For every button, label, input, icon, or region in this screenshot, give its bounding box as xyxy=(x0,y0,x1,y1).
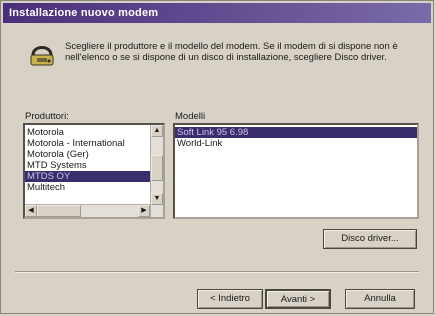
manufacturers-label: Produttori: xyxy=(25,111,69,122)
manufacturer-item[interactable]: Motorola xyxy=(25,127,163,138)
scroll-left-arrow-icon[interactable]: ◀ xyxy=(25,205,37,217)
manufacturer-item[interactable]: MTD Systems xyxy=(25,160,163,171)
manufacturers-items: Motorola Motorola - International Motorola… xyxy=(25,125,163,193)
cancel-button[interactable]: Annulla xyxy=(345,289,415,309)
manufacturer-item[interactable]: Motorola - International xyxy=(25,138,163,149)
install-modem-dialog: Installazione nuovo modem Scegliere il p… xyxy=(0,0,434,314)
next-button[interactable]: Avanti > xyxy=(265,289,331,309)
model-item[interactable]: World-Link xyxy=(175,138,417,149)
model-item[interactable]: Soft Link 95 6.98 xyxy=(175,127,417,138)
hscroll-thumb[interactable] xyxy=(37,205,81,217)
models-listbox[interactable]: Soft Link 95 6.98 World-Link xyxy=(173,123,419,219)
manufacturers-listbox[interactable]: Motorola Motorola - International Motorola… xyxy=(23,123,165,219)
scroll-down-arrow-icon[interactable]: ▼ xyxy=(151,193,163,205)
separator xyxy=(15,271,419,273)
back-button[interactable]: < Indietro xyxy=(197,289,263,309)
manufacturer-item[interactable]: MTDS OY xyxy=(25,171,163,182)
scroll-right-arrow-icon[interactable]: ▶ xyxy=(138,205,150,217)
scroll-thumb[interactable] xyxy=(151,155,163,181)
manufacturers-vscrollbar[interactable]: ▲ ▼ xyxy=(150,125,163,217)
scroll-up-arrow-icon[interactable]: ▲ xyxy=(151,125,163,137)
modem-phone-icon xyxy=(30,46,54,66)
dialog-title: Installazione nuovo modem xyxy=(3,3,431,23)
manufacturers-hscrollbar[interactable]: ◀ ▶ xyxy=(25,204,150,217)
instruction-text: Scegliere il produttore e il modello del… xyxy=(65,41,398,63)
disk-driver-button[interactable]: Disco driver... xyxy=(323,229,417,249)
models-items: Soft Link 95 6.98 World-Link xyxy=(175,125,417,149)
manufacturer-item[interactable]: Motorola (Ger) xyxy=(25,149,163,160)
models-label: Modelli xyxy=(175,111,206,122)
manufacturer-item[interactable]: Multitech xyxy=(25,182,163,193)
